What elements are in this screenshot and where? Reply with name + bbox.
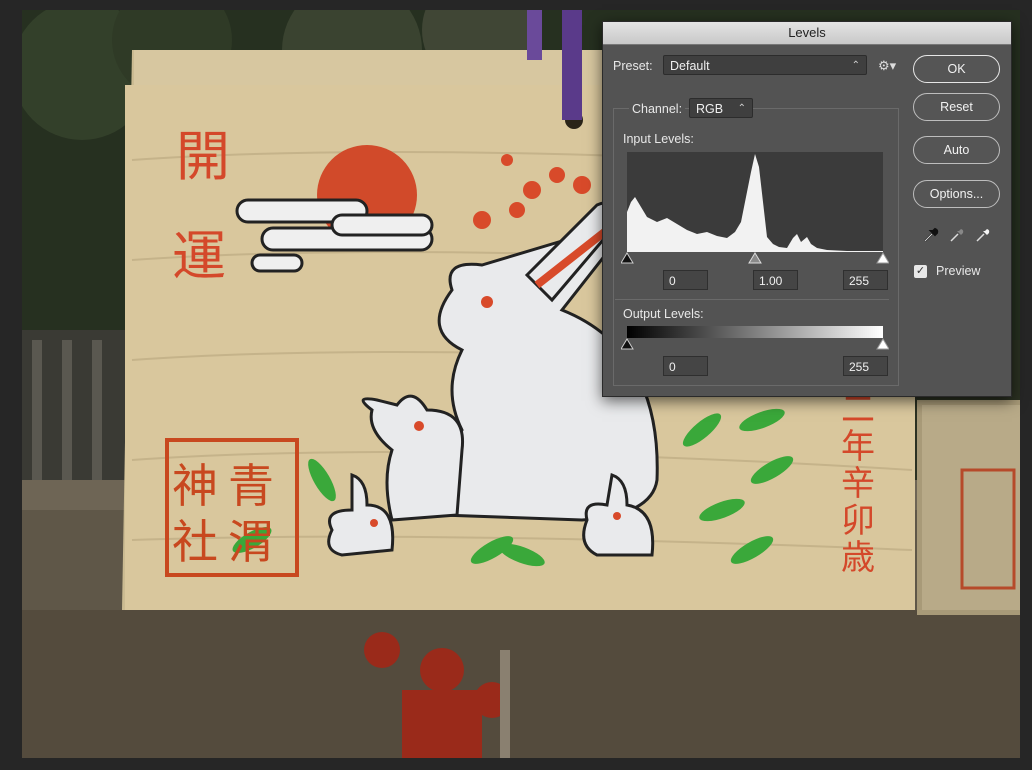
dialog-title[interactable]: Levels (603, 22, 1011, 45)
options-button[interactable]: Options... (913, 180, 1000, 208)
date-char-2: 年 (841, 427, 875, 467)
output-white-slider (876, 338, 889, 350)
input-gamma-field[interactable]: 1.00 (753, 270, 798, 290)
input-slider-track[interactable] (621, 252, 889, 266)
input-gamma-slider (748, 252, 762, 264)
output-black-slider (621, 338, 634, 350)
date-char-5: 歳 (841, 538, 875, 578)
preset-label: Preset: (613, 59, 653, 73)
chevron-down-icon: ⌃ (737, 103, 746, 114)
date-char-1: 二 (841, 390, 875, 430)
output-gradient (627, 326, 883, 338)
levels-dialog: Levels Preset: Default ⌃ ⚙▾ Channel: RGB… (602, 21, 1012, 397)
channel-value: RGB (696, 102, 724, 116)
output-slider-track[interactable] (621, 338, 889, 352)
input-white-field[interactable]: 255 (843, 270, 888, 290)
ok-button[interactable]: OK (913, 55, 1000, 83)
output-white-field[interactable]: 255 (843, 356, 888, 376)
divider (615, 299, 889, 300)
channel-select[interactable]: RGB ⌃ (689, 98, 753, 118)
vertical-date-text: 二 年 辛 卯 歳 (838, 392, 878, 577)
reset-button[interactable]: Reset (913, 93, 1000, 121)
input-black-slider (621, 252, 634, 264)
date-char-3: 辛 (841, 464, 875, 504)
gray-eyedropper-icon[interactable] (949, 227, 965, 243)
input-levels-label: Input Levels: (623, 132, 694, 146)
white-eyedropper-icon[interactable] (975, 227, 991, 243)
seal-char-4: 社 (172, 515, 218, 569)
preview-label: Preview (936, 264, 981, 278)
date-char-4: 卯 (841, 501, 875, 541)
auto-button[interactable]: Auto (913, 136, 1000, 164)
preview-checkbox[interactable]: ✓ (914, 265, 927, 278)
input-black-field[interactable]: 0 (663, 270, 708, 290)
kanji-un: 運 (172, 225, 226, 288)
input-white-slider (876, 252, 889, 264)
gear-icon[interactable]: ⚙▾ (878, 58, 896, 74)
output-levels-label: Output Levels: (623, 307, 704, 321)
output-black-field[interactable]: 0 (663, 356, 708, 376)
histogram (627, 152, 883, 252)
preset-value: Default (670, 59, 710, 73)
channel-label: Channel: (629, 102, 686, 116)
preset-select[interactable]: Default ⌃ (663, 55, 867, 75)
kanji-kai: 開 (176, 125, 230, 188)
black-eyedropper-icon[interactable] (923, 227, 939, 243)
seal-char-2: 渭 (228, 515, 274, 569)
chevron-down-icon: ⌃ (851, 60, 860, 71)
